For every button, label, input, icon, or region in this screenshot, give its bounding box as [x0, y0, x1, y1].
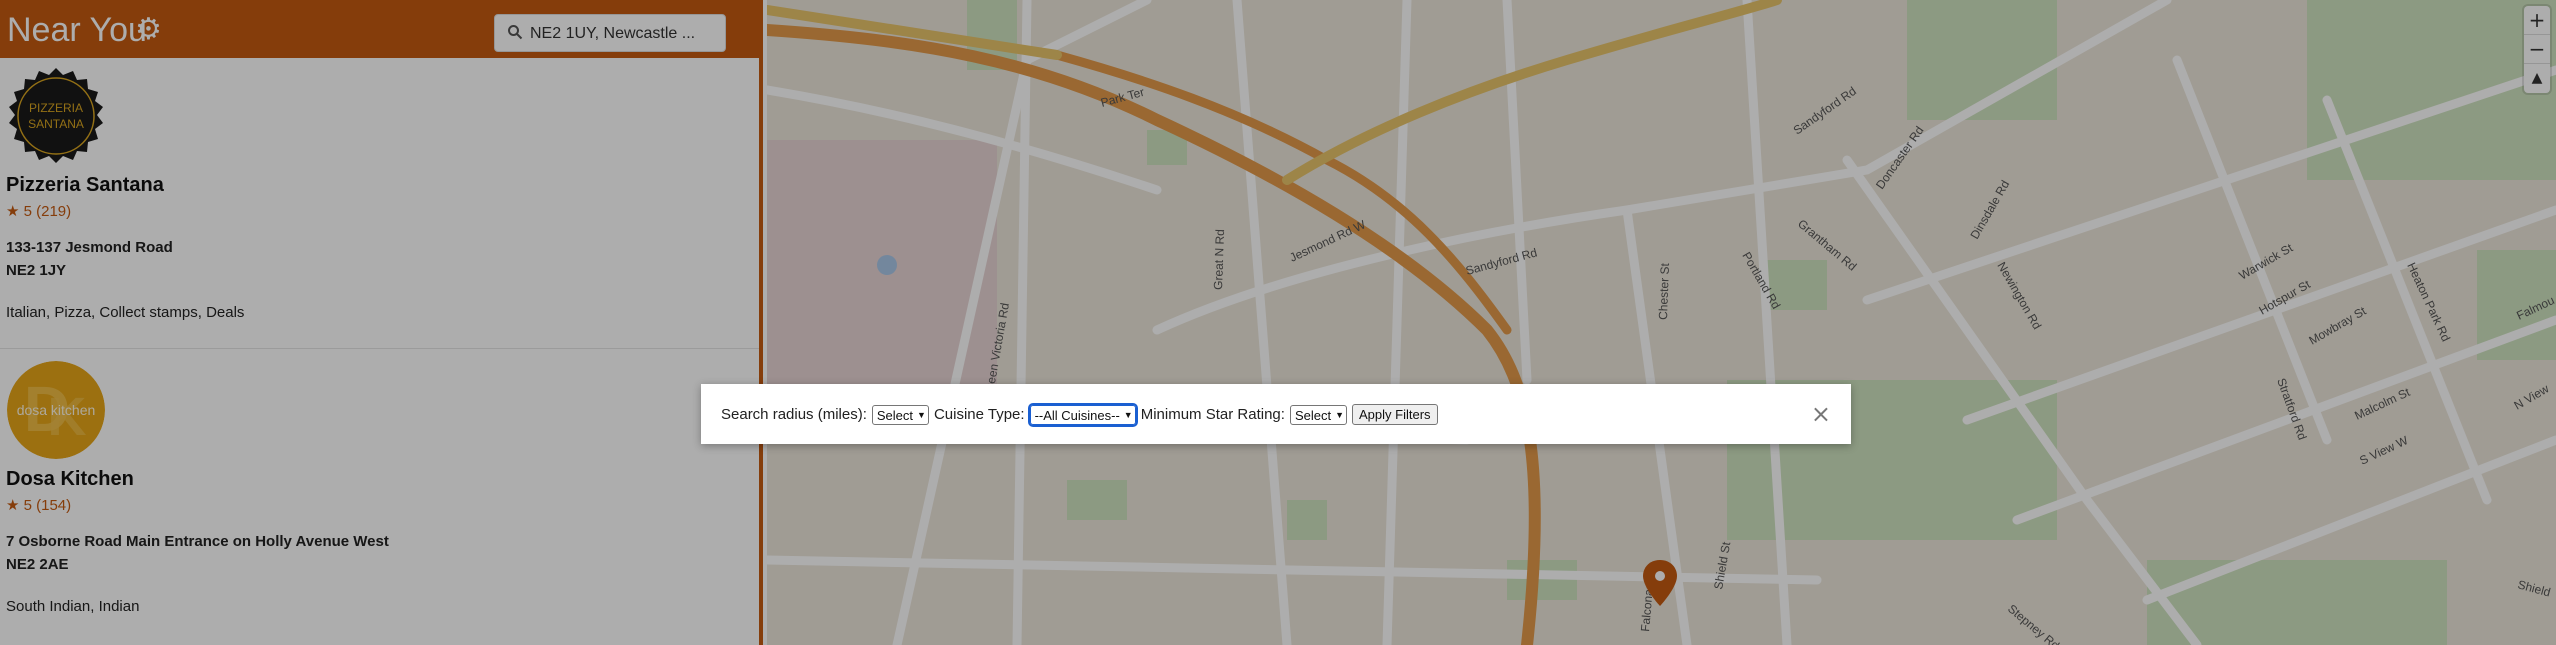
radius-select[interactable]: Select ▼	[871, 404, 929, 425]
close-icon[interactable]: ×	[1811, 402, 1831, 426]
filter-row: Search radius (miles): Select ▼ Cuisine …	[721, 402, 1438, 427]
apply-filters-button[interactable]: Apply Filters	[1352, 404, 1438, 425]
radius-select-value: Select	[876, 407, 914, 423]
radius-label: Search radius (miles):	[721, 406, 867, 423]
chevron-down-icon: ▼	[917, 410, 926, 420]
filter-dialog: Search radius (miles): Select ▼ Cuisine …	[701, 384, 1851, 444]
rating-select[interactable]: Select ▼	[1289, 404, 1347, 425]
cuisine-select-value: --All Cuisines--	[1034, 407, 1120, 423]
modal-overlay[interactable]	[0, 0, 2556, 645]
rating-select-value: Select	[1294, 407, 1332, 423]
cuisine-label: Cuisine Type:	[933, 406, 1025, 423]
cuisine-select[interactable]: --All Cuisines-- ▼	[1027, 402, 1138, 427]
rating-label: Minimum Star Rating:	[1140, 406, 1285, 423]
chevron-down-icon: ▼	[1123, 410, 1133, 420]
chevron-down-icon: ▼	[1335, 410, 1344, 420]
